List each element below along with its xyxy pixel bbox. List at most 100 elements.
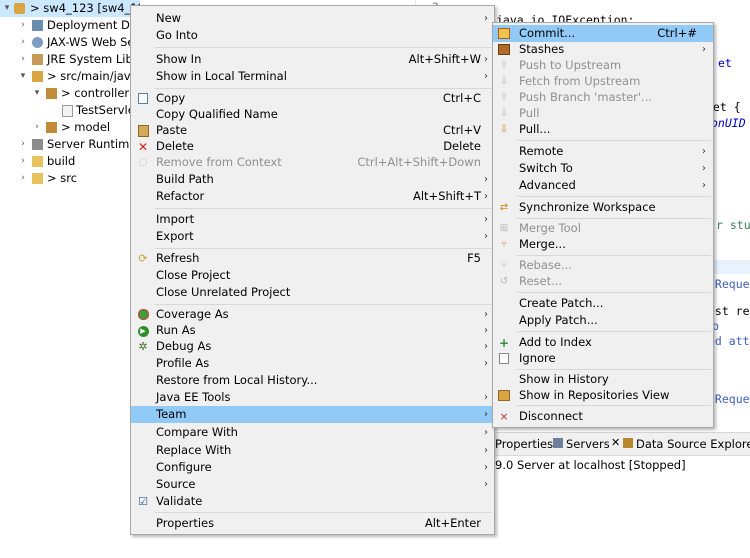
- disconnect-icon: ⨯: [499, 410, 509, 423]
- tab-servers[interactable]: Servers: [566, 437, 610, 451]
- team-item-create-patch[interactable]: Create Patch...: [493, 295, 713, 312]
- menu-item-copy[interactable]: Copy Ctrl+C: [131, 90, 494, 107]
- menu-item-debug-as[interactable]: ✲ Debug As ›: [131, 338, 494, 355]
- tab-data-source-explorer[interactable]: Data Source Explorer: [636, 437, 750, 451]
- menu-item-source[interactable]: Source ›: [131, 476, 494, 493]
- collapse-arrow-icon[interactable]: ▾: [2, 0, 12, 17]
- menu-item-configure[interactable]: Configure ›: [131, 459, 494, 476]
- expand-arrow-icon[interactable]: ›: [18, 153, 28, 170]
- submenu-arrow-icon: ›: [702, 146, 706, 157]
- collapse-arrow-icon[interactable]: ▾: [32, 85, 42, 102]
- menu-separator: [155, 304, 491, 305]
- expand-arrow-icon[interactable]: ›: [18, 170, 28, 187]
- menu-item-show-in[interactable]: Show In Alt+Shift+W ›: [131, 51, 494, 68]
- tree-item-src-main-java[interactable]: ▾ > src/main/java: [0, 68, 140, 85]
- collapse-arrow-icon[interactable]: ▾: [18, 68, 28, 85]
- team-item-push-branch[interactable]: ⇧ Push Branch 'master'...: [493, 89, 713, 106]
- tree-item-build[interactable]: › build: [0, 153, 140, 170]
- menu-item-refresh[interactable]: ⟳ Refresh F5: [131, 250, 494, 267]
- rebase-icon: ⑂: [501, 260, 507, 271]
- push-branch-icon: ⇧: [499, 92, 509, 103]
- tree-item-jaxws[interactable]: › JAX-WS Web Services: [0, 34, 140, 51]
- code-line: r stub: [716, 218, 750, 232]
- menu-item-remove-from-context[interactable]: ◌ Remove from Context Ctrl+Alt+Shift+Dow…: [131, 154, 494, 171]
- submenu-arrow-icon: ›: [484, 341, 488, 352]
- menu-separator: [517, 331, 711, 332]
- expand-arrow-icon[interactable]: ›: [18, 136, 28, 153]
- java-file-icon: [62, 105, 73, 117]
- team-item-merge[interactable]: ⑂ Merge...: [493, 236, 713, 253]
- tab-properties[interactable]: Properties: [495, 437, 553, 451]
- menu-item-new[interactable]: New ›: [131, 10, 494, 27]
- team-item-disconnect[interactable]: ⨯ Disconnect: [493, 408, 713, 425]
- tree-item-project[interactable]: ▾ > sw4_123 [sw4_123 master]: [0, 0, 140, 17]
- team-item-advanced[interactable]: Advanced ›: [493, 177, 713, 194]
- repository-icon: [498, 390, 510, 402]
- menu-item-refactor[interactable]: Refactor Alt+Shift+T ›: [131, 188, 494, 205]
- tree-item-jre[interactable]: › JRE System Library: [0, 51, 140, 68]
- code-line: tReques: [708, 392, 750, 406]
- tree-item-testservlet[interactable]: TestServlet: [0, 102, 140, 119]
- team-item-fetch-upstream[interactable]: ⇩ Fetch from Upstream: [493, 73, 713, 90]
- team-item-ignore[interactable]: Ignore: [493, 350, 713, 367]
- team-item-add-to-index[interactable]: + Add to Index: [493, 334, 713, 351]
- refresh-icon: ⟳: [138, 252, 148, 265]
- code-line: onUID: [711, 116, 746, 130]
- menu-item-restore-local-history[interactable]: Restore from Local History...: [131, 372, 494, 389]
- menu-item-import[interactable]: Import ›: [131, 211, 494, 228]
- menu-item-java-ee-tools[interactable]: Java EE Tools ›: [131, 389, 494, 406]
- menu-item-team[interactable]: Team ›: [131, 406, 494, 423]
- menu-separator: [517, 196, 711, 197]
- team-item-reset[interactable]: ↺ Reset...: [493, 273, 713, 290]
- menu-item-show-in-local-terminal[interactable]: Show in Local Terminal ›: [131, 68, 494, 85]
- menu-separator: [155, 208, 491, 209]
- menu-item-compare-with[interactable]: Compare With ›: [131, 424, 494, 441]
- team-item-commit[interactable]: Commit... Ctrl+#: [493, 25, 713, 42]
- menu-item-properties[interactable]: Properties Alt+Enter: [131, 515, 494, 532]
- team-item-rebase[interactable]: ⑂ Rebase...: [493, 257, 713, 274]
- expand-arrow-icon[interactable]: ›: [18, 17, 28, 34]
- submenu-arrow-icon: ›: [484, 325, 488, 336]
- team-item-switch-to[interactable]: Switch To ›: [493, 160, 713, 177]
- team-item-remote[interactable]: Remote ›: [493, 143, 713, 160]
- menu-item-build-path[interactable]: Build Path ›: [131, 171, 494, 188]
- tree-item-model[interactable]: › > model: [0, 119, 140, 136]
- menu-item-run-as[interactable]: ▶ Run As ›: [131, 322, 494, 339]
- package-icon: [46, 122, 57, 133]
- menu-item-paste[interactable]: Paste Ctrl+V: [131, 122, 494, 139]
- team-item-apply-patch[interactable]: Apply Patch...: [493, 312, 713, 329]
- code-line: est req: [708, 304, 750, 318]
- expand-arrow-icon[interactable]: ›: [18, 51, 28, 68]
- menu-item-go-into[interactable]: Go Into: [131, 27, 494, 44]
- tree-item-src[interactable]: › > src: [0, 170, 140, 187]
- tree-item-server-runtime[interactable]: › Server Runtime [: [0, 136, 140, 153]
- team-item-show-in-repositories[interactable]: Show in Repositories View: [493, 387, 713, 404]
- tree-item-controller[interactable]: ▾ > controller: [0, 85, 140, 102]
- menu-item-delete[interactable]: ✕ Delete Delete: [131, 138, 494, 155]
- tree-item-deployment[interactable]: › Deployment Descriptor: [0, 17, 140, 34]
- team-item-push-upstream[interactable]: ⇧ Push to Upstream: [493, 57, 713, 74]
- team-item-pull[interactable]: ⇩ Pull: [493, 105, 713, 122]
- team-item-pull-dialog[interactable]: ⇩ Pull...: [493, 121, 713, 138]
- menu-item-coverage-as[interactable]: Coverage As ›: [131, 306, 494, 323]
- server-row[interactable]: 9.0 Server at localhost [Stopped]: [495, 458, 686, 472]
- menu-item-copy-qualified-name[interactable]: Copy Qualified Name: [131, 106, 494, 123]
- menu-item-close-unrelated-project[interactable]: Close Unrelated Project: [131, 284, 494, 301]
- menu-item-close-project[interactable]: Close Project: [131, 267, 494, 284]
- menu-item-validate[interactable]: ☑ Validate: [131, 493, 494, 510]
- team-item-merge-tool[interactable]: ⊞ Merge Tool: [493, 220, 713, 237]
- close-icon[interactable]: ✕: [611, 436, 620, 449]
- menu-separator: [155, 47, 491, 48]
- expand-arrow-icon[interactable]: ›: [32, 119, 42, 136]
- menu-item-replace-with[interactable]: Replace With ›: [131, 442, 494, 459]
- team-item-show-in-history[interactable]: Show in History: [493, 371, 713, 388]
- code-line: tRequest: [708, 277, 750, 291]
- project-explorer: ▾ > sw4_123 [sw4_123 master] › Deploymen…: [0, 0, 140, 557]
- menu-item-profile-as[interactable]: Profile As ›: [131, 355, 494, 372]
- submenu-arrow-icon: ›: [484, 13, 488, 24]
- merge-icon: ⑂: [501, 239, 507, 250]
- team-item-stashes[interactable]: Stashes ›: [493, 41, 713, 58]
- menu-item-export[interactable]: Export ›: [131, 228, 494, 245]
- expand-arrow-icon[interactable]: ›: [18, 34, 28, 51]
- team-item-synchronize[interactable]: ⇄ Synchronize Workspace: [493, 199, 713, 216]
